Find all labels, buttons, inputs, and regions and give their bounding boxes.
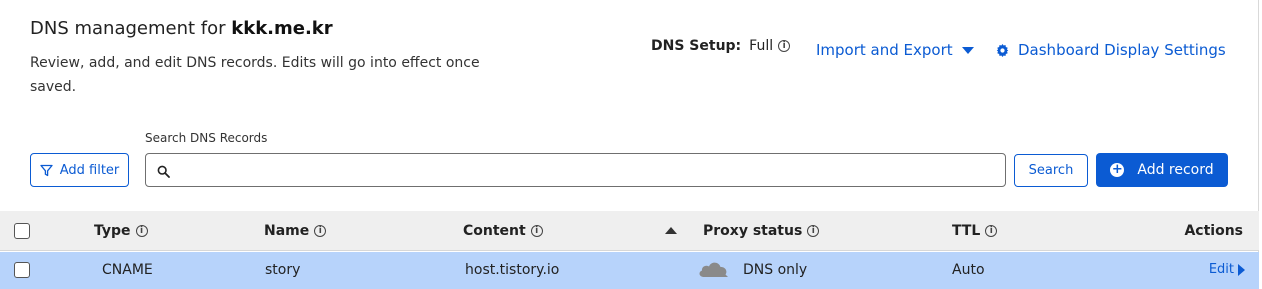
table-header: Type i Name i Content i Proxy status i TTL i … bbox=[0, 211, 1259, 251]
dns-setup-label: DNS Setup: bbox=[651, 38, 742, 54]
page-description: Review, add, and edit DNS records. Edits… bbox=[30, 55, 480, 95]
plus-icon: + bbox=[1110, 162, 1125, 177]
table-row[interactable]: CNAME story host.tistory.io DNS only Aut… bbox=[0, 252, 1259, 289]
column-proxy-label: Proxy status bbox=[703, 223, 803, 239]
edit-label: Edit bbox=[1208, 262, 1234, 277]
column-type[interactable]: Type i bbox=[94, 223, 148, 239]
gear-icon bbox=[996, 43, 1009, 57]
column-content-label: Content bbox=[463, 223, 526, 239]
dns-management-panel: DNS management for kkk.me.kr Review, add… bbox=[0, 0, 1259, 289]
record-name: story bbox=[265, 262, 301, 278]
search-label: Search DNS Records bbox=[145, 131, 268, 145]
domain-name: kkk.me.kr bbox=[231, 18, 333, 39]
search-button[interactable]: Search bbox=[1014, 154, 1088, 187]
search-field[interactable] bbox=[145, 153, 1006, 187]
add-filter-button[interactable]: Add filter bbox=[30, 153, 129, 187]
info-icon[interactable]: i bbox=[530, 225, 543, 237]
info-icon[interactable]: i bbox=[807, 225, 820, 237]
record-type: CNAME bbox=[102, 262, 153, 278]
edit-button[interactable]: Edit bbox=[1209, 262, 1245, 277]
add-record-button[interactable]: + Add record bbox=[1096, 153, 1228, 187]
info-icon[interactable]: i bbox=[135, 225, 148, 237]
info-icon[interactable]: i bbox=[778, 40, 791, 52]
import-export-label: Import and Export bbox=[816, 41, 953, 59]
dns-setup: DNS Setup: Full i bbox=[651, 38, 791, 54]
dashboard-display-settings-link[interactable]: Dashboard Display Settings bbox=[996, 41, 1226, 59]
add-filter-label: Add filter bbox=[59, 162, 120, 178]
caret-right-icon bbox=[1238, 263, 1245, 276]
dns-setup-value: Full bbox=[749, 38, 774, 54]
dashboard-settings-label: Dashboard Display Settings bbox=[1018, 41, 1226, 59]
record-ttl: Auto bbox=[952, 262, 985, 278]
column-type-label: Type bbox=[94, 223, 131, 239]
column-name-label: Name bbox=[264, 223, 310, 239]
row-checkbox[interactable] bbox=[14, 262, 30, 278]
record-content: host.tistory.io bbox=[465, 262, 560, 278]
add-record-label: Add record bbox=[1137, 162, 1214, 178]
page-title-prefix: DNS management for bbox=[30, 18, 232, 39]
cloud-icon bbox=[699, 262, 728, 277]
search-input[interactable] bbox=[178, 158, 998, 182]
column-name[interactable]: Name i bbox=[264, 223, 327, 239]
info-icon[interactable]: i bbox=[314, 225, 327, 237]
column-ttl-label: TTL bbox=[952, 223, 981, 239]
column-proxy-status[interactable]: Proxy status i bbox=[703, 223, 820, 239]
column-actions: Actions bbox=[1184, 223, 1243, 239]
filter-icon bbox=[40, 164, 53, 176]
proxy-status: DNS only bbox=[743, 262, 808, 278]
column-ttl[interactable]: TTL i bbox=[952, 223, 998, 239]
page-title: DNS management for kkk.me.kr bbox=[30, 18, 333, 39]
info-icon[interactable]: i bbox=[985, 225, 998, 237]
select-all-checkbox[interactable] bbox=[14, 223, 30, 239]
import-export-dropdown[interactable]: Import and Export bbox=[816, 41, 974, 59]
sort-ascending-icon[interactable] bbox=[665, 227, 677, 234]
caret-down-icon bbox=[961, 46, 974, 54]
column-content[interactable]: Content i bbox=[463, 223, 543, 239]
search-icon bbox=[157, 165, 170, 178]
